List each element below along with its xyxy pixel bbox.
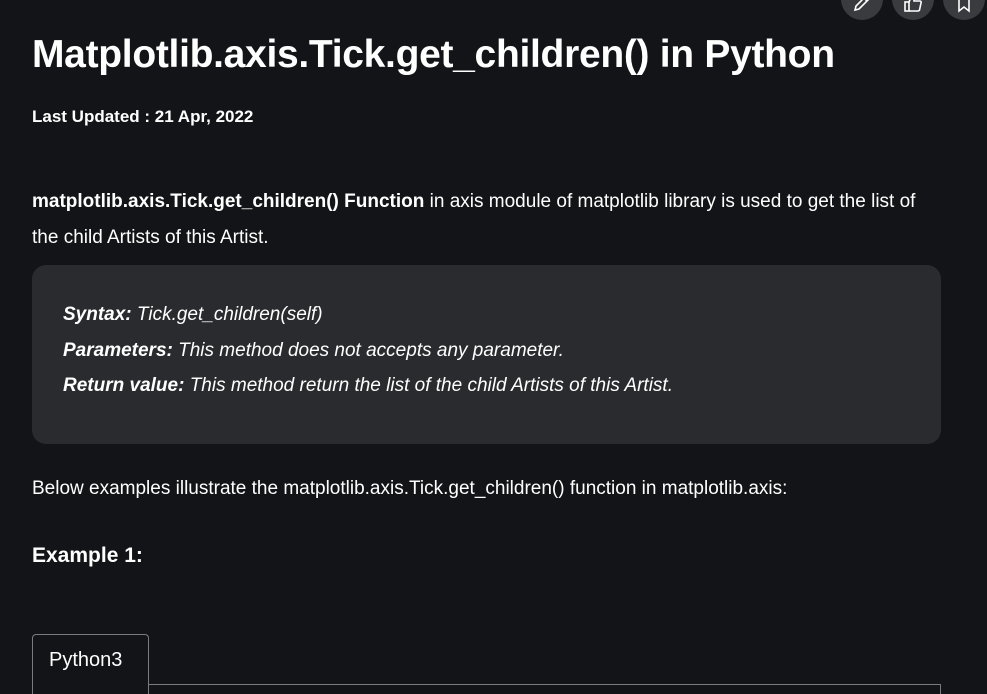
article-actions — [841, 0, 985, 20]
page-title: Matplotlib.axis.Tick.get_children() in P… — [32, 33, 835, 76]
return-value-line: Return value: This method return the lis… — [63, 368, 910, 404]
intro-paragraph: matplotlib.axis.Tick.get_children() Func… — [32, 184, 947, 256]
return-value-label: Return value: — [63, 375, 185, 396]
parameters-value: This method does not accepts any paramet… — [172, 339, 564, 361]
intro-bold: matplotlib.axis.Tick.get_children() Func… — [32, 191, 425, 212]
pencil-icon — [853, 0, 870, 12]
example-heading: Example 1: — [32, 544, 143, 567]
bookmark-icon — [958, 0, 970, 13]
syntax-box: Syntax: Tick.get_children(self) Paramete… — [32, 265, 941, 444]
syntax-value: Tick.get_children(self) — [131, 304, 323, 325]
syntax-label: Syntax: — [63, 304, 132, 325]
code-block — [32, 684, 941, 694]
examples-intro: Below examples illustrate the matplotlib… — [32, 478, 788, 499]
code-tab-python3[interactable]: Python3 — [32, 634, 149, 694]
last-updated: Last Updated : 21 Apr, 2022 — [32, 107, 254, 126]
like-button[interactable] — [892, 0, 934, 20]
thumbs-up-icon — [904, 0, 922, 12]
return-value-text: This method return the list of the child… — [184, 375, 673, 396]
parameters-line: Parameters: This method does not accepts… — [63, 333, 910, 369]
edit-button[interactable] — [841, 0, 883, 20]
syntax-line: Syntax: Tick.get_children(self) — [63, 297, 910, 333]
bookmark-button[interactable] — [943, 0, 985, 20]
parameters-label: Parameters: — [63, 339, 173, 361]
article-page: Matplotlib.axis.Tick.get_children() in P… — [0, 0, 987, 694]
